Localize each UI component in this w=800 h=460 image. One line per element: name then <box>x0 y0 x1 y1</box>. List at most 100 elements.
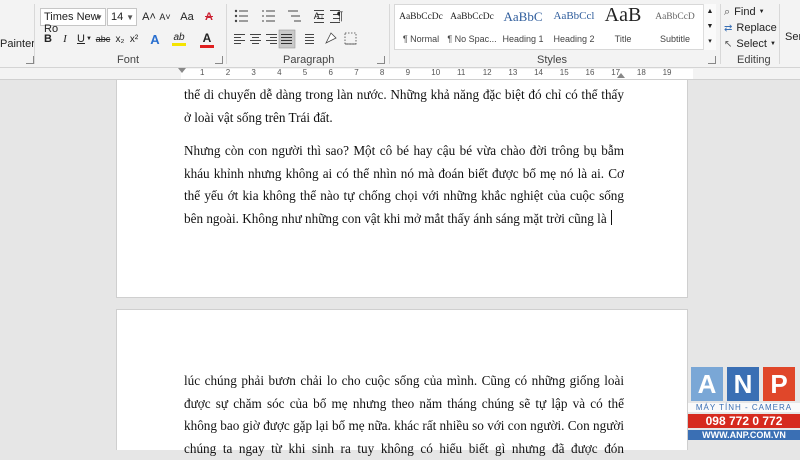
highlight-icon: ab <box>173 32 185 43</box>
format-painter-button[interactable]: Painter <box>0 37 35 51</box>
first-line-indent-marker[interactable] <box>178 68 186 73</box>
subscript-button[interactable]: x₂ <box>113 31 127 47</box>
ruler-number: 12 <box>482 68 492 77</box>
ruler-number: 14 <box>534 68 543 77</box>
replace-label: Replace <box>736 22 777 34</box>
overflow-label: Sen <box>785 31 800 43</box>
bold-button[interactable]: B <box>41 31 55 47</box>
ruler-number: 11 <box>457 68 466 77</box>
justify-icon[interactable] <box>278 29 296 49</box>
style-sample: AaBbCcD <box>655 12 695 22</box>
style-normal[interactable]: AaBbCcDc ¶ Normal <box>396 6 446 48</box>
document-page[interactable]: thể di chuyển dễ dàng trong làn nước. Nh… <box>116 80 688 298</box>
editing-group-label: Editing <box>737 54 771 66</box>
text-line: chúng ta ngay từ khi sinh ra tuy không c… <box>184 440 624 456</box>
borders-icon[interactable] <box>344 32 357 45</box>
text-cursor <box>610 209 612 225</box>
text-effects-icon: A <box>150 31 160 47</box>
overflow-button[interactable]: Sen <box>785 30 800 44</box>
replace-button[interactable]: ⇄ Replace <box>724 21 777 35</box>
text-line: bên ngoài. Không như những con vật khi m… <box>184 208 624 231</box>
style-subtitle[interactable]: AaBbCcD Subtitle <box>650 6 700 48</box>
multilevel-list-icon[interactable] <box>288 10 301 22</box>
grow-font-button[interactable]: A˄ <box>141 9 157 25</box>
paragraph[interactable]: Nhưng còn con người thì sao? Một cô bé h… <box>184 140 624 230</box>
font-launcher-icon[interactable] <box>215 56 223 64</box>
shading-icon[interactable] <box>325 32 337 44</box>
chevron-up-icon[interactable]: ▲ <box>704 5 716 17</box>
style-name: ¶ Normal <box>402 34 440 44</box>
clipboard-launcher-icon[interactable] <box>26 56 34 64</box>
highlight-color-bar <box>172 43 186 46</box>
text-line: Nhưng còn con người thì sao? Một cô bé h… <box>184 143 624 158</box>
ribbon: Painter Times New Ro ▼ 14 ▼ A˄ A˅ Aa A B… <box>0 0 800 68</box>
align-center-icon[interactable] <box>250 34 261 44</box>
text-effects-button[interactable]: A <box>146 31 164 47</box>
font-name-box[interactable]: Times New Ro ▼ <box>40 8 106 35</box>
style-name: Subtitle <box>659 34 691 44</box>
text-line: kháu khỉnh nhưng không ai có thể nhìn nó… <box>184 165 624 181</box>
chevron-down-icon[interactable]: ▼ <box>86 34 92 44</box>
line-spacing-icon[interactable] <box>305 34 314 44</box>
chevron-down-icon: ▼ <box>769 41 776 47</box>
strikethrough-button[interactable]: abc <box>94 31 112 47</box>
text-line: thể di chuyển dễ dàng trong làn nước. Nh… <box>184 87 624 102</box>
document-page[interactable]: lúc chúng phải bươn chải lo cho cuộc sốn… <box>116 309 688 456</box>
style-sample: AaBbCcDc <box>450 12 494 22</box>
style-title[interactable]: AaB Title <box>598 4 648 48</box>
style-heading-1[interactable]: AaBbC Heading 1 <box>498 6 548 48</box>
superscript-button[interactable]: x² <box>127 31 141 47</box>
logo-website: WWW.ANP.COM.VN <box>688 430 800 440</box>
font-size-value: 14 <box>111 11 124 23</box>
separator <box>779 4 780 64</box>
more-styles-icon[interactable]: ▾ <box>704 35 716 47</box>
logo-letter-p: P <box>763 367 795 401</box>
format-painter-label: Painter <box>0 38 35 50</box>
ruler-number: 5 <box>302 68 308 77</box>
clear-formatting-button[interactable]: A <box>200 9 218 25</box>
ruler-number: 2 <box>225 68 231 77</box>
font-group-label: Font <box>117 54 140 66</box>
horizontal-ruler[interactable]: 1 2 3 4 5 6 7 8 9 10 11 12 13 14 15 16 17 18 19 <box>0 68 800 80</box>
logo-tagline: MÁY TÍNH - CAMERA <box>688 403 800 412</box>
font-size-box[interactable]: 14 ▼ <box>107 8 137 26</box>
align-left-icon[interactable] <box>234 34 245 44</box>
shrink-font-button[interactable]: A˅ <box>157 9 173 25</box>
style-heading-2[interactable]: AaBbCcl Heading 2 <box>549 6 599 48</box>
bullets-icon[interactable] <box>234 9 248 23</box>
find-button[interactable]: ⌕ Find ▼ <box>724 5 765 19</box>
search-icon: ⌕ <box>724 5 731 18</box>
style-no-spacing[interactable]: AaBbCcDc ¶ No Spac... <box>447 6 497 48</box>
paragraph[interactable]: lúc chúng phải bươn chải lo cho cuộc sốn… <box>184 370 624 460</box>
style-name: Heading 2 <box>553 34 595 44</box>
style-sample: AaBbCcl <box>553 10 595 22</box>
ruler-number: 10 <box>431 68 441 77</box>
align-right-icon[interactable] <box>266 34 277 44</box>
text-line: ở loài vật sống trên Trái đất. <box>184 109 333 125</box>
chevron-down-icon[interactable]: ▼ <box>704 20 716 32</box>
paragraph-launcher-icon[interactable] <box>377 56 385 64</box>
separator <box>720 4 721 64</box>
highlight-button[interactable]: ab <box>170 30 188 48</box>
replace-icon: ⇄ <box>724 22 733 34</box>
sort-button[interactable]: A↓ <box>312 8 326 24</box>
anp-logo: A N P MÁY TÍNH - CAMERA 098 772 0 772 WW… <box>688 365 800 450</box>
styles-launcher-icon[interactable] <box>708 56 716 64</box>
change-case-button[interactable]: Aa <box>176 9 198 25</box>
select-label: Select <box>736 38 767 50</box>
ruler-number: 9 <box>405 68 411 77</box>
text-line: lúc chúng phải bươn chải lo cho cuộc sốn… <box>184 373 624 388</box>
ruler-number: 7 <box>354 68 359 77</box>
italic-button[interactable]: I <box>58 31 72 47</box>
ruler-number: 6 <box>328 68 333 77</box>
font-color-button[interactable]: A <box>198 30 216 48</box>
show-formatting-button[interactable]: ¶ <box>333 8 347 24</box>
style-sample: AaBbC <box>503 9 543 24</box>
numbering-icon[interactable] <box>262 10 275 22</box>
select-button[interactable]: ↖ Select ▼ <box>724 37 776 51</box>
logo-letter-n: N <box>727 367 759 401</box>
find-label: Find <box>734 6 756 18</box>
logo-phone: 098 772 0 772 <box>688 414 800 428</box>
paragraph[interactable]: thể di chuyển dễ dàng trong làn nước. Nh… <box>184 84 624 129</box>
ruler-number: 17 <box>611 68 621 77</box>
